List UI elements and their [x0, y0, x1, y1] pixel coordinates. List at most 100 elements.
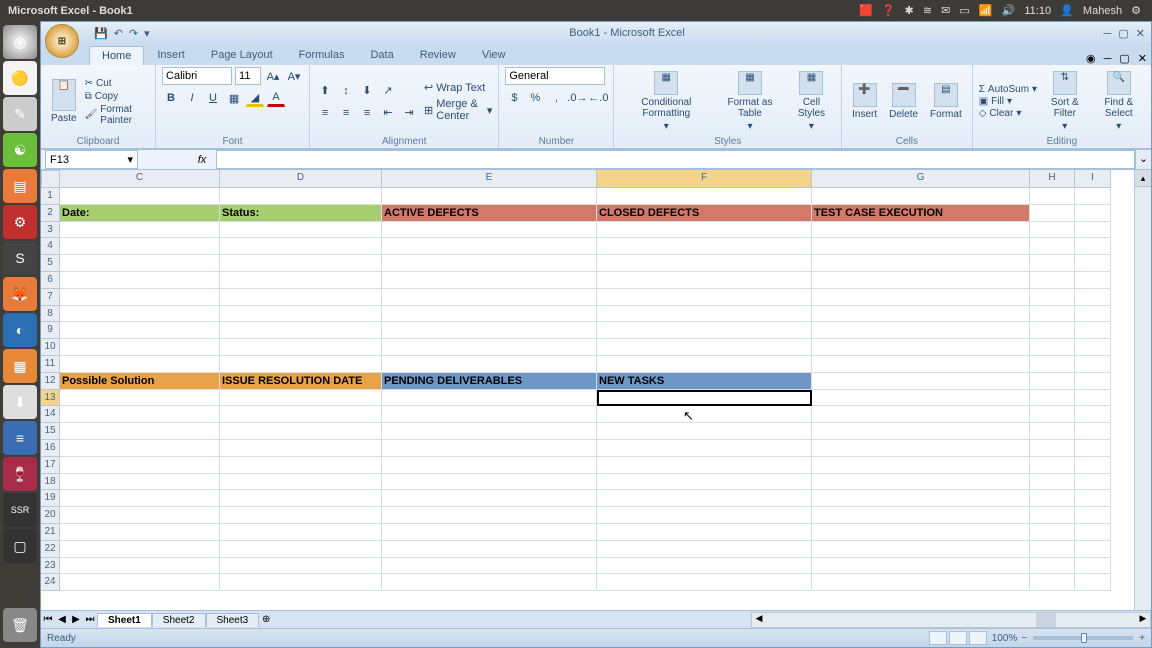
formula-input[interactable]: [216, 150, 1135, 169]
cell-G14[interactable]: [812, 406, 1030, 423]
system-tray[interactable]: 🟥 ❓ ✱ ≋ ✉ ▭ 📶 🔊 11:10 👤 Mahesh ⚙: [856, 4, 1144, 17]
qat-dropdown-icon[interactable]: ▾: [144, 27, 150, 40]
find-select-button[interactable]: 🔍Find & Select ▾: [1093, 69, 1145, 134]
cell-G1[interactable]: [812, 188, 1030, 205]
cell-G17[interactable]: [812, 457, 1030, 474]
column-header-I[interactable]: I: [1075, 170, 1111, 188]
tab-home[interactable]: Home: [89, 46, 144, 65]
cell-I12[interactable]: [1075, 373, 1111, 390]
cell-C3[interactable]: [60, 222, 220, 239]
row-header-9[interactable]: 9: [41, 322, 60, 339]
cell-E24[interactable]: [382, 574, 597, 591]
cell-D22[interactable]: [220, 541, 382, 558]
column-header-D[interactable]: D: [220, 170, 382, 188]
bluetooth-icon[interactable]: ✱: [905, 5, 914, 17]
cell-C9[interactable]: [60, 322, 220, 339]
cell-H4[interactable]: [1030, 238, 1075, 255]
row-header-17[interactable]: 17: [41, 457, 60, 474]
cell-I7[interactable]: [1075, 289, 1111, 306]
cell-G5[interactable]: [812, 255, 1030, 272]
cell-C5[interactable]: [60, 255, 220, 272]
cell-D12[interactable]: ISSUE RESOLUTION DATE: [220, 373, 382, 390]
cell-G11[interactable]: [812, 356, 1030, 373]
cell-H21[interactable]: [1030, 524, 1075, 541]
align-center-icon[interactable]: ≡: [337, 104, 355, 122]
row-header-7[interactable]: 7: [41, 289, 60, 306]
cell-D2[interactable]: Status:: [220, 205, 382, 222]
cell-G9[interactable]: [812, 322, 1030, 339]
cell-G10[interactable]: [812, 339, 1030, 356]
cell-D9[interactable]: [220, 322, 382, 339]
tab-nav-next-icon[interactable]: ▶: [69, 614, 83, 625]
cell-F15[interactable]: [597, 423, 812, 440]
horizontal-scrollbar[interactable]: ◀ ▶: [751, 612, 1151, 628]
cell-E13[interactable]: [382, 390, 597, 407]
cell-C23[interactable]: [60, 558, 220, 575]
autosum-button[interactable]: ΣAutoSum ▾: [979, 84, 1037, 95]
minimize-icon[interactable]: ─: [1103, 28, 1111, 40]
row-header-19[interactable]: 19: [41, 490, 60, 507]
cell-D19[interactable]: [220, 490, 382, 507]
cell-E23[interactable]: [382, 558, 597, 575]
expand-formula-icon[interactable]: ⌄: [1135, 150, 1151, 169]
cell-C11[interactable]: [60, 356, 220, 373]
align-top-icon[interactable]: ⬆: [316, 82, 334, 100]
copy-button[interactable]: ⧉Copy: [85, 91, 149, 102]
cell-E22[interactable]: [382, 541, 597, 558]
cell-G21[interactable]: [812, 524, 1030, 541]
cell-G24[interactable]: [812, 574, 1030, 591]
cell-G18[interactable]: [812, 474, 1030, 491]
row-header-15[interactable]: 15: [41, 423, 60, 440]
indent-inc-icon[interactable]: ⇥: [400, 104, 418, 122]
cell-E18[interactable]: [382, 474, 597, 491]
inc-decimal-icon[interactable]: .0→: [568, 89, 586, 107]
tab-insert[interactable]: Insert: [144, 45, 198, 65]
cell-F18[interactable]: [597, 474, 812, 491]
cell-F4[interactable]: [597, 238, 812, 255]
cell-H22[interactable]: [1030, 541, 1075, 558]
cell-C16[interactable]: [60, 440, 220, 457]
settings-icon[interactable]: ⚙: [3, 205, 37, 239]
cell-G7[interactable]: [812, 289, 1030, 306]
format-painter-button[interactable]: 🖌Format Painter: [85, 104, 149, 126]
percent-icon[interactable]: %: [526, 89, 544, 107]
cell-I2[interactable]: [1075, 205, 1111, 222]
cell-H13[interactable]: [1030, 390, 1075, 407]
clock[interactable]: 11:10: [1024, 5, 1051, 17]
cell-D7[interactable]: [220, 289, 382, 306]
cell-F24[interactable]: [597, 574, 812, 591]
cell-D16[interactable]: [220, 440, 382, 457]
dec-decimal-icon[interactable]: ←.0: [589, 89, 607, 107]
close-icon[interactable]: ✕: [1136, 28, 1145, 40]
scroll-left-icon[interactable]: ◀: [752, 613, 766, 627]
cell-D23[interactable]: [220, 558, 382, 575]
trash-icon[interactable]: 🗑: [3, 608, 37, 642]
help-ribbon-icon[interactable]: ◉: [1082, 52, 1100, 65]
view-normal-icon[interactable]: [929, 631, 947, 645]
row-header-4[interactable]: 4: [41, 238, 60, 255]
cell-I22[interactable]: [1075, 541, 1111, 558]
clear-button[interactable]: ◇Clear ▾: [979, 108, 1037, 119]
cell-E11[interactable]: [382, 356, 597, 373]
column-header-H[interactable]: H: [1030, 170, 1075, 188]
cell-G22[interactable]: [812, 541, 1030, 558]
cell-C8[interactable]: [60, 306, 220, 323]
cell-I17[interactable]: [1075, 457, 1111, 474]
row-header-1[interactable]: 1: [41, 188, 60, 205]
row-header-23[interactable]: 23: [41, 558, 60, 575]
cell-E21[interactable]: [382, 524, 597, 541]
files-icon[interactable]: ▤: [3, 169, 37, 203]
cell-I5[interactable]: [1075, 255, 1111, 272]
cell-C18[interactable]: [60, 474, 220, 491]
cell-D8[interactable]: [220, 306, 382, 323]
cell-H19[interactable]: [1030, 490, 1075, 507]
cell-H16[interactable]: [1030, 440, 1075, 457]
cell-E12[interactable]: PENDING DELIVERABLES: [382, 373, 597, 390]
cell-C15[interactable]: [60, 423, 220, 440]
tab-data[interactable]: Data: [357, 45, 406, 65]
delete-cells-button[interactable]: ➖Delete: [885, 81, 922, 122]
cell-G3[interactable]: [812, 222, 1030, 239]
cell-G12[interactable]: [812, 373, 1030, 390]
undo-icon[interactable]: ↶: [114, 27, 123, 40]
network-icon[interactable]: ≋: [923, 5, 932, 17]
